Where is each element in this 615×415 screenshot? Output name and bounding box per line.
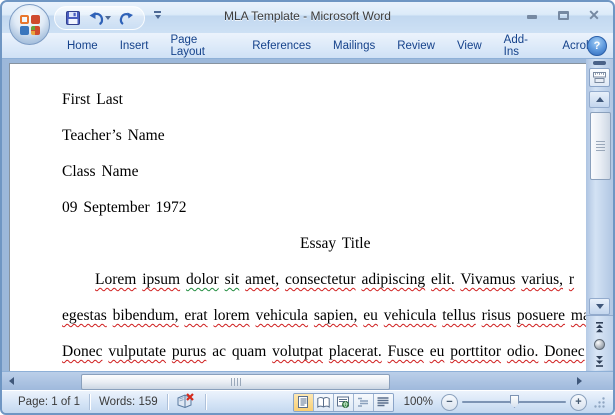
doc-line-author: First Last	[62, 91, 123, 108]
window-controls: ✕	[525, 8, 601, 22]
view-shortcuts	[292, 392, 394, 412]
draft-icon[interactable]	[373, 393, 393, 411]
tab-mailings[interactable]: Mailings	[322, 33, 386, 58]
word-count[interactable]: Words: 159	[90, 396, 167, 408]
document-viewport: First Last Teacher’s Name Class Name 09 …	[2, 59, 586, 371]
body-line-1: Lorem ipsum dolor sit amet, consectetur …	[95, 271, 575, 288]
maximize-icon[interactable]	[556, 9, 570, 21]
tab-add-ins[interactable]: Add-Ins	[493, 33, 552, 58]
quick-access-toolbar	[54, 6, 145, 30]
tab-home[interactable]: Home	[56, 33, 109, 58]
tab-insert[interactable]: Insert	[109, 33, 160, 58]
page-indicator[interactable]: Page: 1 of 1	[9, 396, 89, 408]
vertical-scroll-thumb[interactable]	[590, 112, 611, 180]
scroll-right-icon[interactable]	[572, 374, 587, 388]
scroll-left-icon[interactable]	[4, 374, 19, 388]
select-browse-object-icon[interactable]	[591, 337, 608, 351]
status-bar: Page: 1 of 1 Words: 159 100% − +	[2, 390, 613, 413]
scroll-up-icon[interactable]	[589, 91, 610, 108]
full-screen-reading-icon[interactable]	[313, 393, 334, 411]
next-page-icon[interactable]	[591, 354, 608, 368]
split-window-handle[interactable]	[593, 61, 606, 65]
undo-icon[interactable]	[88, 10, 104, 26]
ruler-toggle-icon[interactable]	[589, 68, 610, 87]
doc-line-date: 09 September 1972	[62, 199, 187, 216]
status-separator	[204, 394, 206, 410]
body-line-2: egestas bibendum, erat lorem vehicula sa…	[62, 307, 586, 324]
document-area: First Last Teacher’s Name Class Name 09 …	[2, 59, 613, 371]
previous-page-icon[interactable]	[591, 320, 608, 334]
office-logo-icon	[19, 14, 40, 35]
horizontal-scroll-thumb[interactable]	[81, 374, 390, 390]
help-icon[interactable]: ?	[587, 36, 607, 56]
office-button[interactable]	[9, 4, 50, 45]
outline-icon[interactable]	[353, 393, 374, 411]
print-layout-icon[interactable]	[293, 393, 314, 411]
body-line-3: Donec vulputate purus ac quam volutpat p…	[62, 343, 585, 360]
scroll-down-icon[interactable]	[589, 298, 610, 315]
redo-icon[interactable]	[118, 10, 134, 26]
doc-line-teacher: Teacher’s Name	[62, 127, 165, 144]
tab-view[interactable]: View	[446, 33, 493, 58]
vertical-scroll-track[interactable]	[590, 110, 611, 296]
doc-line-class: Class Name	[62, 163, 139, 180]
undo-dropdown-icon[interactable]	[105, 16, 111, 20]
vertical-scrollbar	[586, 59, 613, 371]
customize-quick-access-icon[interactable]	[154, 11, 161, 19]
horizontal-scrollbar	[2, 371, 613, 390]
horizontal-scroll-track[interactable]	[21, 374, 570, 390]
ribbon-tabs: Home Insert Page Layout References Mailings R…	[56, 33, 613, 58]
zoom-level[interactable]: 100%	[404, 396, 433, 408]
proofing-errors-icon[interactable]	[168, 393, 205, 411]
zoom-slider-thumb[interactable]	[510, 395, 519, 408]
title-bar: MLA Template - Microsoft Word ✕	[2, 2, 613, 33]
resize-grip[interactable]	[593, 396, 606, 409]
word-window: MLA Template - Microsoft Word ✕ Home Inse…	[0, 0, 615, 415]
save-icon[interactable]	[65, 10, 81, 26]
zoom-out-icon[interactable]: −	[441, 393, 458, 411]
zoom-in-icon[interactable]: +	[570, 393, 587, 411]
tab-references[interactable]: References	[241, 33, 322, 58]
doc-essay-title: Essay Title	[300, 235, 371, 252]
tab-review[interactable]: Review	[386, 33, 446, 58]
close-icon[interactable]: ✕	[587, 8, 601, 22]
tab-page-layout[interactable]: Page Layout	[159, 33, 241, 58]
browse-buttons	[586, 315, 613, 370]
minimize-icon[interactable]	[525, 9, 539, 21]
web-layout-icon[interactable]	[333, 393, 354, 411]
document-page[interactable]: First Last Teacher’s Name Class Name 09 …	[9, 63, 586, 371]
undo-group	[88, 10, 111, 26]
ribbon-tab-bar: Home Insert Page Layout References Mailings R…	[2, 33, 613, 59]
zoom-slider[interactable]	[462, 394, 566, 410]
